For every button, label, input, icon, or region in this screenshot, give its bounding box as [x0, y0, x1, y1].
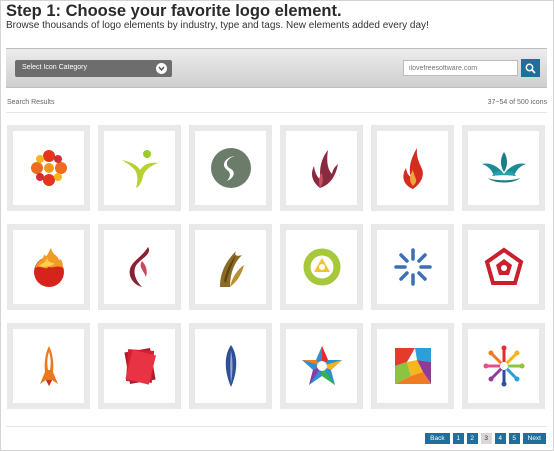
green-figure-icon: [121, 150, 158, 188]
blue-feather-icon: [225, 345, 236, 387]
divider: [6, 426, 547, 427]
colorful-people-circle-icon: [483, 345, 524, 387]
icon-tile[interactable]: [462, 323, 545, 409]
search-button[interactable]: [521, 59, 540, 77]
icon-tile[interactable]: [280, 323, 363, 409]
gray-s-circle-icon: [210, 148, 251, 188]
icon-tile[interactable]: [371, 323, 454, 409]
colorful-star-icon: [301, 346, 342, 385]
page-subtitle: Browse thousands of logo elements by ind…: [6, 20, 429, 31]
page-4-button[interactable]: 4: [494, 433, 506, 444]
icon-tile[interactable]: [7, 224, 90, 310]
icon-category-select[interactable]: Select Icon Category: [15, 60, 172, 77]
icon-grid: [7, 125, 545, 409]
icon-tile[interactable]: [189, 323, 272, 409]
page-3-button[interactable]: 3: [480, 433, 492, 444]
colorful-square-icon: [394, 348, 431, 384]
icon-tile[interactable]: [280, 224, 363, 310]
search-icon: [525, 63, 536, 74]
next-button[interactable]: Next: [522, 433, 546, 444]
icon-tile[interactable]: [189, 224, 272, 310]
chevron-down-icon: [156, 63, 167, 74]
red-fireball-icon: [33, 248, 64, 287]
page-5-button[interactable]: 5: [508, 433, 520, 444]
icon-tile[interactable]: [189, 125, 272, 211]
orange-red-flower-icon: [30, 150, 67, 186]
divider: [6, 112, 547, 113]
brown-leaf-icon: [219, 251, 244, 287]
search-results-label: Search Results: [7, 99, 55, 106]
icon-tile[interactable]: [98, 125, 181, 211]
blue-starburst-icon: [393, 248, 432, 286]
green-ring-icon: [303, 248, 340, 286]
icon-tile[interactable]: [371, 224, 454, 310]
red-flame-icon: [402, 148, 423, 189]
toolbar: Select Icon Category: [6, 48, 547, 88]
icon-tile[interactable]: [371, 125, 454, 211]
icon-tile[interactable]: [7, 323, 90, 409]
page-title: Step 1: Choose your favorite logo elemen…: [6, 2, 342, 20]
red-pages-icon: [123, 347, 156, 385]
back-button[interactable]: Back: [425, 433, 450, 444]
search-input[interactable]: [403, 60, 518, 76]
icon-tile[interactable]: [462, 224, 545, 310]
icon-tile[interactable]: [98, 323, 181, 409]
icon-tile[interactable]: [7, 125, 90, 211]
maroon-leaf-flame-icon: [311, 150, 338, 188]
icon-tile[interactable]: [98, 224, 181, 310]
icon-tile[interactable]: [462, 125, 545, 211]
icon-tile[interactable]: [280, 125, 363, 211]
orange-rocket-icon: [39, 346, 58, 386]
teal-lotus-icon: [481, 152, 526, 183]
red-pentagon-icon: [484, 247, 523, 285]
maroon-swoosh-icon: [129, 247, 149, 287]
icon-category-select-label: Select Icon Category: [22, 64, 87, 71]
results-count: 37~54 of 500 icons: [487, 99, 547, 106]
page-2-button[interactable]: 2: [466, 433, 478, 444]
pagination: Back 1 2 3 4 5 Next: [425, 433, 546, 444]
page-1-button[interactable]: 1: [452, 433, 464, 444]
